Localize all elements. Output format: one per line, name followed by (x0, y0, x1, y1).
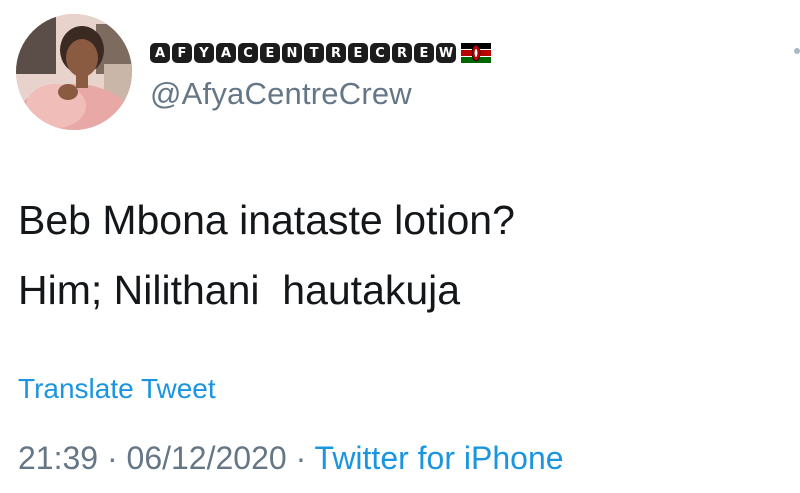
name-letter: R (392, 43, 412, 63)
tweet-card: A F Y A C E N T R E C R E W @AfyaCentreC… (0, 0, 800, 493)
name-letter: C (370, 43, 390, 63)
name-letter: E (260, 43, 280, 63)
name-letter: Y (194, 43, 214, 63)
name-letter: N (282, 43, 302, 63)
tweet-time[interactable]: 21:39 (18, 440, 98, 476)
user-handle[interactable]: @AfyaCentreCrew (150, 76, 412, 112)
name-letter: A (216, 43, 236, 63)
name-letter: F (172, 43, 192, 63)
name-letter: R (326, 43, 346, 63)
tweet-date[interactable]: 06/12/2020 (127, 440, 287, 476)
avatar-image (16, 14, 132, 130)
name-letter: T (304, 43, 324, 63)
name-letter: E (348, 43, 368, 63)
tweet-line: Him; Nilithani hautakuja (18, 267, 461, 313)
tweet-metadata: 21:39 · 06/12/2020 · Twitter for iPhone (18, 440, 564, 477)
tweet-text: Beb Mbona inataste lotion? Him; Nilithani… (18, 185, 515, 325)
name-letter: A (150, 43, 170, 63)
more-options-icon[interactable] (794, 48, 800, 54)
name-letter: E (414, 43, 434, 63)
tweet-source-link[interactable]: Twitter for iPhone (315, 440, 564, 476)
kenya-flag-icon (461, 43, 491, 63)
meta-separator: · (295, 440, 307, 476)
tweet-line: Beb Mbona inataste lotion? (18, 197, 515, 243)
name-letter: C (238, 43, 258, 63)
display-name[interactable]: A F Y A C E N T R E C R E W (150, 38, 491, 68)
name-letter: W (436, 43, 456, 63)
meta-separator: · (106, 440, 118, 476)
avatar[interactable] (16, 14, 132, 130)
translate-tweet-link[interactable]: Translate Tweet (18, 373, 216, 405)
